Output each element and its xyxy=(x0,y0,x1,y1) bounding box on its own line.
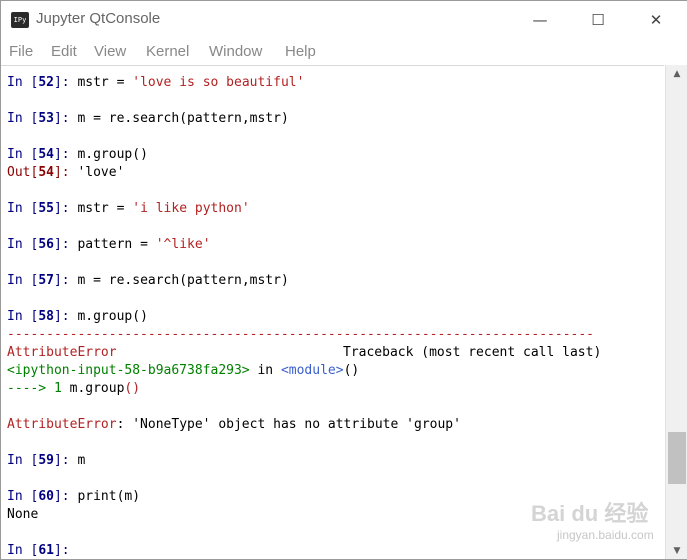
input-line-58: In [58]: m.group() xyxy=(7,309,148,324)
stdout-line: None xyxy=(7,507,39,522)
title-bar[interactable]: IPy Jupyter QtConsole — ☐ ✕ xyxy=(1,1,687,39)
scroll-down-arrow-icon[interactable]: ▼ xyxy=(666,542,687,559)
input-line-60: In [60]: print(m) xyxy=(7,489,141,504)
window-title: Jupyter QtConsole xyxy=(36,10,161,27)
input-line-54: In [54]: m.group() xyxy=(7,147,148,162)
menu-edit[interactable]: Edit xyxy=(51,43,77,60)
traceback-header-error: AttributeError xyxy=(7,345,117,360)
output-line-54: Out[54]: 'love' xyxy=(7,165,125,180)
input-line-61-prompt[interactable]: In [61]: xyxy=(7,542,77,560)
vertical-scrollbar[interactable]: ▲ ▼ xyxy=(665,65,687,559)
traceback-code-line: ----> 1 m.group() xyxy=(7,381,141,396)
traceback-location: <ipython-input-58-b9a6738fa293> in <modu… xyxy=(7,363,360,378)
maximize-button[interactable]: ☐ xyxy=(575,1,621,39)
scroll-up-arrow-icon[interactable]: ▲ xyxy=(666,65,687,82)
input-line-59: In [59]: m xyxy=(7,453,86,468)
ipython-app-icon: IPy xyxy=(11,12,29,28)
input-line-57: In [57]: m = re.search(pattern,mstr) xyxy=(7,273,289,288)
input-line-55: In [55]: mstr = 'i like python' xyxy=(7,201,250,216)
menu-file[interactable]: File xyxy=(9,43,33,60)
baidu-watermark-url: jingyan.baidu.com xyxy=(557,528,654,542)
menu-view[interactable]: View xyxy=(94,43,126,60)
qtconsole-window: IPy Jupyter QtConsole — ☐ ✕ File Edit Vi… xyxy=(0,0,687,560)
minimize-button[interactable]: — xyxy=(517,1,563,39)
close-button[interactable]: ✕ xyxy=(633,1,679,39)
menu-kernel[interactable]: Kernel xyxy=(146,43,189,60)
input-line-56: In [56]: pattern = '^like' xyxy=(7,237,211,252)
menu-bar: File Edit View Kernel Window Help xyxy=(1,39,687,65)
baidu-watermark-logo: Bai du 经验 xyxy=(531,501,649,526)
error-message: AttributeError: 'NoneType' object has no… xyxy=(7,417,461,432)
traceback-separator: ----------------------------------------… xyxy=(7,327,594,342)
input-line-53: In [53]: m = re.search(pattern,mstr) xyxy=(7,111,289,126)
scrollbar-thumb[interactable] xyxy=(668,432,686,484)
input-line-52: In [52]: mstr = 'love is so beautiful' xyxy=(7,75,305,90)
console-area[interactable]: In [52]: mstr = 'love is so beautiful' I… xyxy=(1,65,664,560)
menu-help[interactable]: Help xyxy=(285,43,316,60)
traceback-header-label: Traceback (most recent call last) xyxy=(343,345,602,360)
menu-window[interactable]: Window xyxy=(209,43,262,60)
